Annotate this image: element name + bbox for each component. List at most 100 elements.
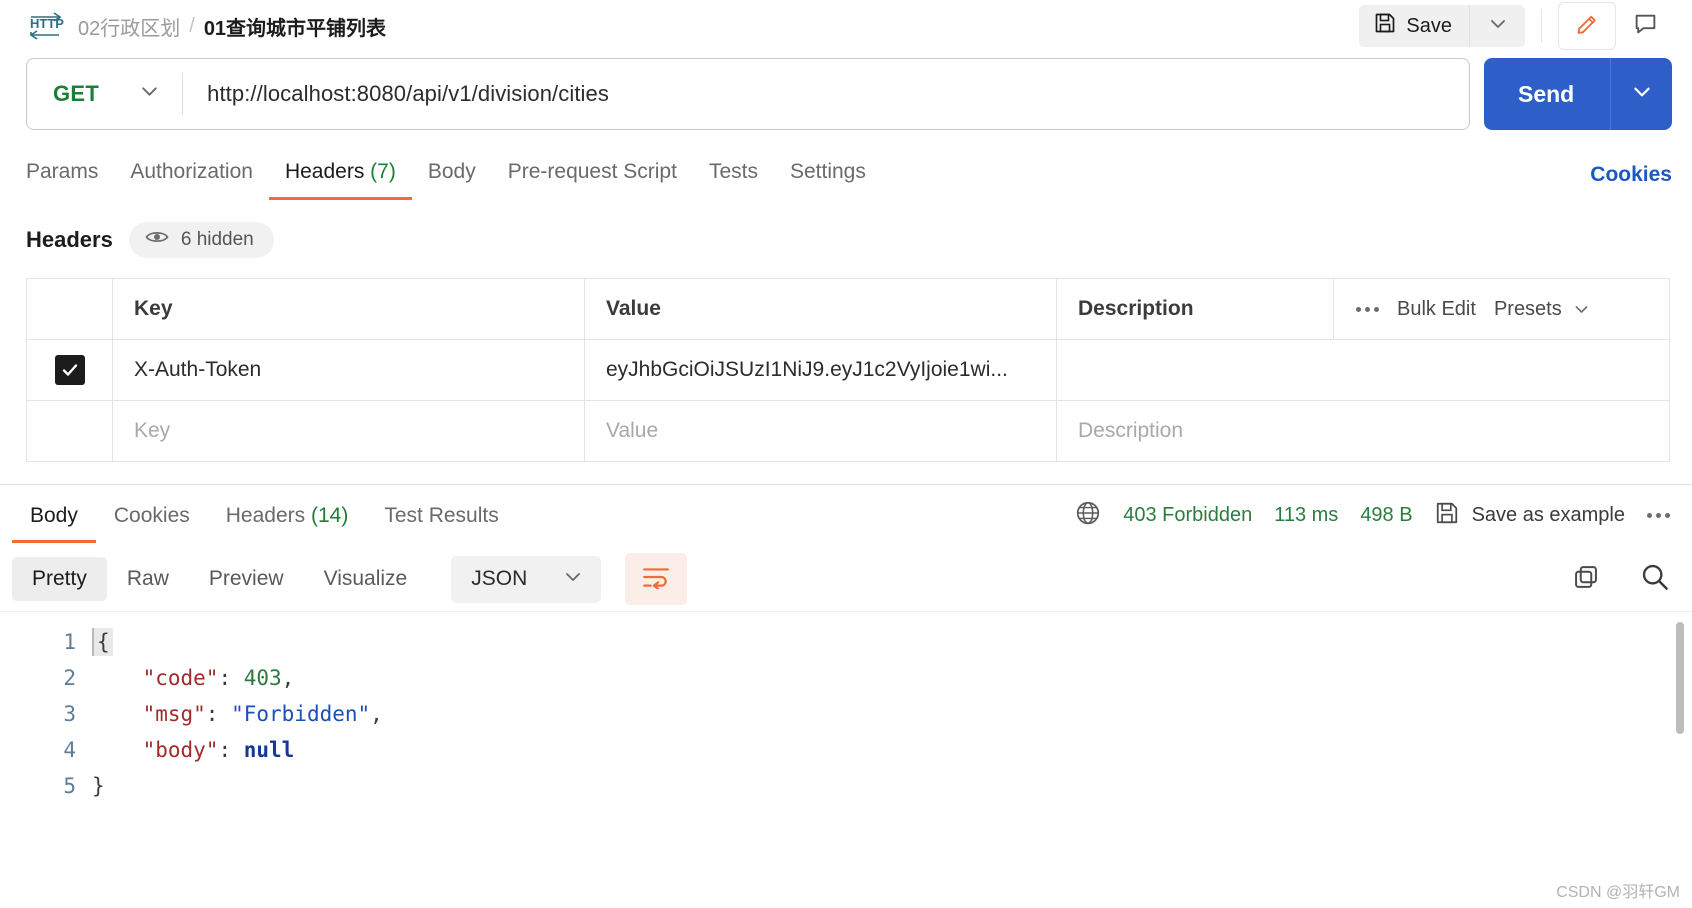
tab-headers[interactable]: Headers (7) [268, 160, 412, 200]
line-number-gutter: 1 2 3 4 5 [0, 624, 92, 804]
vertical-scrollbar[interactable] [1676, 622, 1684, 898]
headers-table: Key Value Description Bulk Edit Presets [26, 278, 1670, 462]
method-selector[interactable]: GET [27, 59, 182, 129]
search-icon[interactable] [1640, 562, 1670, 597]
tab-pre-request-script-label: Pre-request Script [507, 160, 677, 183]
empty-row-key-cell[interactable]: Key [113, 401, 585, 461]
table-toolbar: Bulk Edit Presets [1334, 279, 1669, 339]
chevron-down-icon [563, 567, 583, 592]
format-selector[interactable]: JSON [451, 555, 602, 603]
empty-row-checkbox-cell [27, 401, 113, 461]
viewer-mode-preview[interactable]: Preview [189, 557, 304, 601]
table-row-empty: Key Value Description [27, 401, 1669, 462]
tab-headers-count: (7) [370, 160, 396, 183]
status-code-text: 403 Forbidden [1123, 504, 1253, 526]
tab-settings[interactable]: Settings [774, 160, 882, 200]
response-tab-headers-label: Headers [225, 504, 306, 527]
copy-icon[interactable] [1572, 563, 1600, 596]
line-number: 2 [63, 666, 76, 690]
code-token: , [370, 702, 383, 726]
column-key-label: Key [134, 297, 173, 320]
line-number: 3 [63, 702, 76, 726]
tab-headers-label: Headers [284, 160, 365, 183]
row-key-text: X-Auth-Token [134, 358, 262, 381]
send-options-button[interactable] [1610, 58, 1672, 130]
pencil-icon [1575, 11, 1600, 41]
chevron-down-icon [1631, 81, 1653, 108]
send-button[interactable]: Send [1484, 58, 1610, 130]
response-tab-cookies-label: Cookies [113, 504, 190, 527]
column-value-label: Value [606, 297, 661, 320]
row-value-cell[interactable]: eyJhbGciOiJSUzI1NiJ9.eyJ1c2VyIjoie1wi... [585, 340, 1057, 400]
format-label: JSON [471, 567, 528, 590]
tab-body[interactable]: Body [412, 160, 492, 200]
code-line: } [92, 768, 1692, 804]
breadcrumb-parent[interactable]: 02行政区划 [78, 12, 180, 41]
save-button-group: Save [1359, 5, 1525, 47]
response-tab-cookies[interactable]: Cookies [96, 504, 208, 543]
comments-button[interactable] [1616, 2, 1674, 50]
code-line: "msg": "Forbidden", [92, 696, 1692, 732]
response-body-viewer[interactable]: 1 2 3 4 5 { "code": 403, "msg": "Forbidd… [0, 611, 1692, 908]
header-cell-value: Value [585, 279, 1057, 339]
empty-row-description-cell[interactable]: Description [1057, 401, 1669, 461]
table-header-row: Key Value Description Bulk Edit Presets [27, 279, 1669, 340]
viewer-mode-raw[interactable]: Raw [107, 557, 189, 601]
code-token: : [218, 738, 244, 762]
url-input[interactable]: http://localhost:8080/api/v1/division/ci… [183, 81, 609, 107]
empty-row-value-cell[interactable]: Value [585, 401, 1057, 461]
url-bar: GET http://localhost:8080/api/v1/divisio… [26, 58, 1470, 130]
code-line: "code": 403, [92, 660, 1692, 696]
presets-label: Presets [1493, 297, 1562, 320]
tab-settings-label: Settings [789, 160, 866, 183]
response-tab-test-results[interactable]: Test Results [366, 504, 516, 543]
response-tab-body[interactable]: Body [12, 504, 96, 543]
code-token: "Forbidden" [231, 702, 371, 726]
code-lines: { "code": 403, "msg": "Forbidden", "body… [92, 624, 1692, 804]
request-tabs: Params Authorization Headers (7) Body Pr… [0, 144, 1692, 200]
eye-icon [145, 229, 169, 251]
save-button[interactable]: Save [1359, 5, 1469, 47]
empty-row-value-placeholder: Value [606, 419, 659, 442]
code-line: { [92, 624, 1692, 660]
tab-authorization[interactable]: Authorization [114, 160, 269, 200]
more-horizontal-icon[interactable] [1356, 306, 1379, 312]
code-token: , [281, 666, 295, 690]
row-key-cell[interactable]: X-Auth-Token [113, 340, 585, 400]
code-token: "body" [142, 738, 219, 762]
response-status-bar: 403 Forbidden 113 ms 498 B Save as examp… [1075, 500, 1670, 543]
toolbar-divider [1541, 9, 1542, 43]
viewer-mode-visualize[interactable]: Visualize [304, 557, 428, 601]
code-token: "code" [142, 666, 219, 690]
cookies-link[interactable]: Cookies [1590, 163, 1672, 200]
header-cell-description: Description [1057, 279, 1334, 339]
tab-params[interactable]: Params [26, 160, 114, 200]
save-as-example-button[interactable]: Save as example [1435, 501, 1625, 531]
top-bar-actions: Save [1359, 2, 1674, 50]
tab-tests[interactable]: Tests [693, 160, 774, 200]
response-more-icon[interactable] [1647, 513, 1670, 518]
tab-pre-request-script[interactable]: Pre-request Script [492, 160, 693, 200]
response-tab-headers[interactable]: Headers (14) [208, 504, 367, 543]
code-token: : [218, 666, 244, 690]
scrollbar-thumb[interactable] [1676, 622, 1684, 734]
header-cell-checkbox [27, 279, 113, 339]
edit-request-button[interactable] [1558, 2, 1616, 50]
row-description-cell[interactable] [1057, 340, 1669, 400]
response-tab-test-results-label: Test Results [384, 504, 499, 527]
empty-row-description-placeholder: Description [1078, 419, 1184, 442]
bulk-edit-button[interactable]: Bulk Edit [1397, 298, 1476, 321]
hidden-headers-toggle[interactable]: 6 hidden [128, 222, 274, 258]
row-checkbox[interactable] [54, 355, 85, 385]
line-number: 4 [63, 738, 76, 762]
response-time: 113 ms [1274, 504, 1339, 526]
viewer-mode-pretty[interactable]: Pretty [12, 557, 107, 601]
code-inner: 1 2 3 4 5 { "code": 403, "msg": "Forbidd… [0, 612, 1692, 804]
wrap-text-button[interactable] [625, 553, 688, 605]
save-options-button[interactable] [1469, 5, 1525, 47]
presets-button[interactable]: Presets [1494, 298, 1590, 321]
row-checkbox-cell [27, 340, 113, 400]
